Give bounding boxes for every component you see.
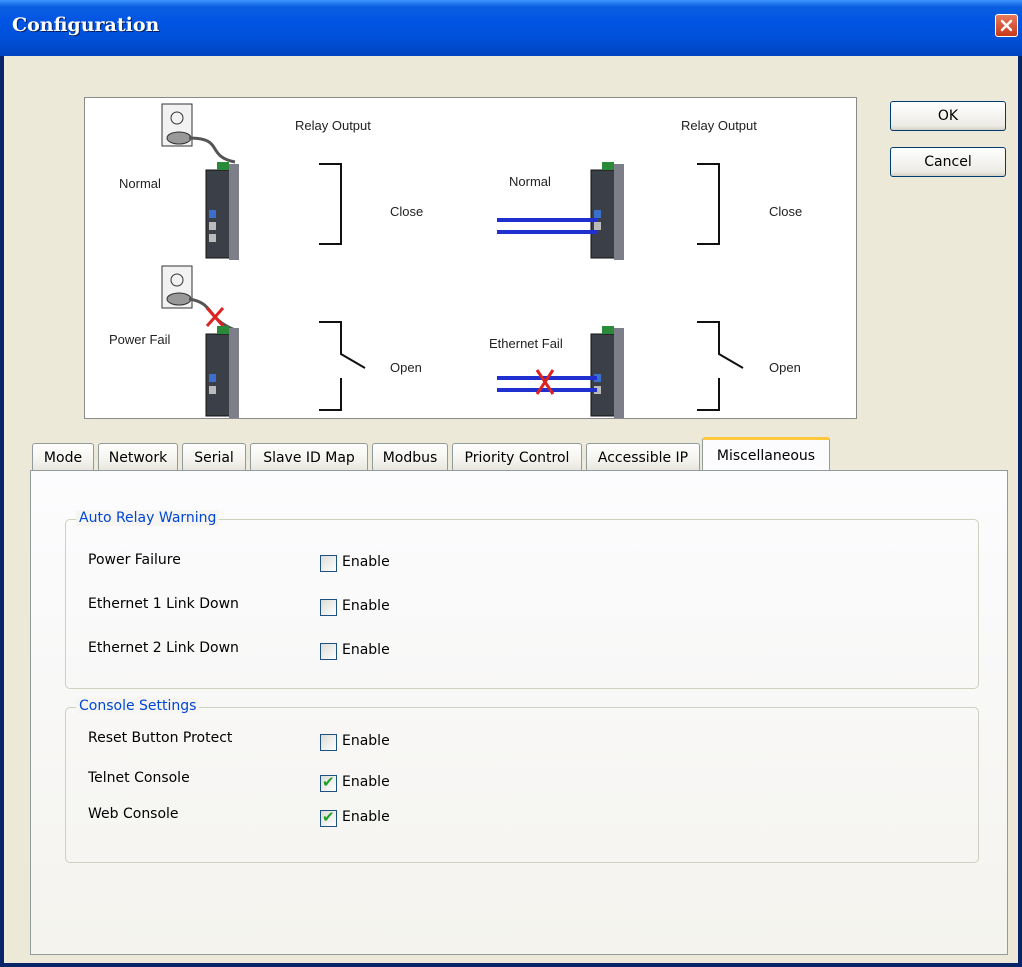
ethernet1-link-down-checkbox[interactable] — [320, 599, 337, 616]
relay-closed-right — [697, 163, 720, 245]
power-fail-label: Power Fail — [109, 332, 171, 347]
reset-button-protect-label: Reset Button Protect — [88, 730, 233, 746]
ethernet1-enable-label[interactable]: Enable — [342, 598, 390, 614]
telnet-console-checkbox[interactable]: ✔ — [320, 773, 337, 792]
tab-priority-control[interactable]: Priority Control — [452, 443, 582, 471]
ethernet2-link-down-label: Ethernet 2 Link Down — [88, 640, 239, 656]
open-label-left: Open — [390, 360, 422, 375]
web-console-label: Web Console — [88, 806, 179, 822]
close-label-left: Close — [390, 204, 424, 219]
tab-modbus[interactable]: Modbus — [372, 443, 448, 471]
device-icon — [590, 162, 624, 260]
relay-output-label-right: Relay Output — [681, 118, 757, 133]
relay-open-left — [319, 321, 366, 411]
configuration-window: Configuration Relay Output Normal Close … — [0, 0, 1022, 967]
normal-label-left: Normal — [119, 176, 161, 191]
power-failure-enable-label[interactable]: Enable — [342, 554, 390, 570]
auto-relay-warning-group: Auto Relay Warning Power Failure Enable … — [65, 510, 979, 689]
telnet-console-label: Telnet Console — [88, 770, 190, 786]
title-bar[interactable]: Configuration — [0, 0, 1022, 56]
telnet-enable-label[interactable]: Enable — [342, 774, 390, 790]
tab-strip: Mode Network Serial Slave ID Map Modbus … — [4, 437, 1018, 471]
console-settings-group: Console Settings Reset Button Protect En… — [65, 698, 979, 863]
device-icon — [205, 162, 239, 260]
open-label-right: Open — [769, 360, 801, 375]
close-icon — [1000, 19, 1013, 32]
checkmark-icon: ✔ — [322, 808, 335, 826]
tab-serial[interactable]: Serial — [182, 443, 246, 471]
ok-button[interactable]: OK — [890, 101, 1006, 131]
tab-slave-id-map[interactable]: Slave ID Map — [250, 443, 368, 471]
window-title: Configuration — [12, 14, 160, 36]
device-icon — [590, 326, 624, 418]
relay-diagram: Relay Output Normal Close Power Fail Ope… — [84, 97, 857, 419]
tab-network[interactable]: Network — [98, 443, 178, 471]
ethernet2-enable-label[interactable]: Enable — [342, 642, 390, 658]
console-settings-title: Console Settings — [76, 698, 200, 714]
close-label-right: Close — [769, 204, 803, 219]
power-failure-label: Power Failure — [88, 552, 181, 568]
close-button[interactable] — [995, 14, 1018, 37]
tab-mode[interactable]: Mode — [32, 443, 94, 471]
tab-miscellaneous[interactable]: Miscellaneous — [702, 437, 830, 471]
miscellaneous-panel: Auto Relay Warning Power Failure Enable … — [30, 470, 1008, 955]
power-failure-checkbox[interactable] — [320, 555, 337, 572]
diagram-graphics — [161, 103, 744, 418]
web-console-checkbox[interactable]: ✔ — [320, 808, 337, 827]
ethernet2-link-down-checkbox[interactable] — [320, 643, 337, 660]
ethernet-fail-label: Ethernet Fail — [489, 336, 563, 351]
power-outlet-icon — [161, 103, 236, 164]
auto-relay-warning-title: Auto Relay Warning — [76, 510, 220, 526]
device-icon — [205, 326, 239, 418]
relay-closed-left — [319, 163, 342, 245]
ethernet1-link-down-label: Ethernet 1 Link Down — [88, 596, 239, 612]
reset-button-enable-label[interactable]: Enable — [342, 733, 390, 749]
web-enable-label[interactable]: Enable — [342, 809, 390, 825]
relay-open-right — [697, 321, 744, 411]
cancel-button[interactable]: Cancel — [890, 147, 1006, 177]
checkmark-icon: ✔ — [322, 773, 335, 791]
power-outlet-fail-icon — [161, 265, 236, 332]
normal-label-right: Normal — [509, 174, 551, 189]
dialog-body: Relay Output Normal Close Power Fail Ope… — [4, 56, 1018, 963]
reset-button-protect-checkbox[interactable] — [320, 734, 337, 751]
tab-accessible-ip[interactable]: Accessible IP — [586, 443, 700, 471]
relay-output-label-left: Relay Output — [295, 118, 371, 133]
